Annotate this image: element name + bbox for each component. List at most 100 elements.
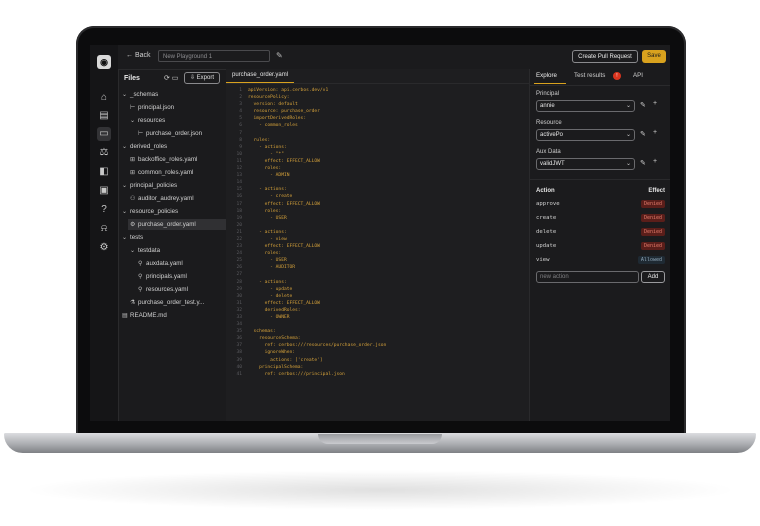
edit-icon[interactable]: ✎ xyxy=(276,51,283,60)
line-number: 8 xyxy=(239,137,242,143)
tree-item-label: common_roles.yaml xyxy=(138,169,194,176)
line-number: 17 xyxy=(236,201,242,207)
tree-item-label: auxdata.yaml xyxy=(146,260,183,267)
edit-icon[interactable]: ✎ xyxy=(640,159,646,167)
code-line: 26 - AUDITOR xyxy=(226,264,529,271)
code-editor[interactable]: purchase_order.yaml 1 apiVersion: api.cer… xyxy=(226,69,529,421)
tree-item-derived-roles[interactable]: ⌄ derived_roles xyxy=(122,141,167,152)
refresh-folder-icons[interactable]: ⟳ ▭ xyxy=(164,74,178,82)
code-text: - AUDITOR xyxy=(248,265,296,271)
code-line: 33 - OWNER xyxy=(226,314,529,321)
explore-panel: Explore Test results ! API Principal ann… xyxy=(529,69,670,421)
chevron-down-icon: ⌄ xyxy=(122,235,128,241)
code-line: 5 importDerivedRoles: xyxy=(226,115,529,122)
action-row: approve Denied xyxy=(536,199,665,210)
code-line: 23 effect: EFFECT_ALLOW xyxy=(226,243,529,250)
test-results-badge: ! xyxy=(613,72,621,80)
help-icon[interactable]: ? xyxy=(97,203,111,217)
create-pull-request-button[interactable]: Create Pull Request xyxy=(572,50,638,63)
tab-test-results[interactable]: Test results xyxy=(574,72,605,79)
tree-item-readme[interactable]: ▤ README.md xyxy=(122,310,167,321)
effect-badge: Allowed xyxy=(637,256,665,264)
gear-icon[interactable]: ⚙ xyxy=(97,241,111,255)
code-text: version: default xyxy=(248,102,298,108)
json-file-icon: ⊢ xyxy=(130,105,136,111)
active-tab-underline xyxy=(534,83,566,84)
code-line: 32 derivedRoles: xyxy=(226,307,529,314)
playground-icon[interactable]: ▭ xyxy=(97,127,111,141)
line-number: 3 xyxy=(239,102,242,108)
tree-item-backoffice-roles[interactable]: ⊞ backoffice_roles.yaml xyxy=(130,154,197,165)
code-text: ref: cerbos:///principal.json xyxy=(248,371,345,377)
back-button[interactable]: ← Back xyxy=(126,52,151,59)
code-line: 14 xyxy=(226,179,529,186)
policy-icon[interactable]: ⚖ xyxy=(97,146,111,160)
code-line: 6 - common_roles xyxy=(226,122,529,129)
chevron-down-icon: ⌄ xyxy=(122,92,128,98)
document-icon[interactable]: ▤ xyxy=(97,109,111,123)
chevron-down-icon: ⌄ xyxy=(130,248,136,254)
code-text: actions: ['create'] xyxy=(248,357,323,363)
code-text: effect: EFFECT_ALLOW xyxy=(248,158,320,164)
add-icon[interactable]: + xyxy=(653,158,657,165)
deploy-icon[interactable]: ◧ xyxy=(97,165,111,179)
tab-explore[interactable]: Explore xyxy=(536,72,557,79)
tree-item-auditor-audrey[interactable]: ⚇ auditor_audrey.yaml xyxy=(130,193,194,204)
line-number: 12 xyxy=(236,166,242,172)
tree-item-purchase-order-yaml[interactable]: ⚙ purchase_order.yaml xyxy=(128,219,228,230)
action-name: update xyxy=(536,243,557,249)
tree-item-principal-policies[interactable]: ⌄ principal_policies xyxy=(122,180,177,191)
chevron-down-icon: ⌄ xyxy=(625,103,631,109)
edit-icon[interactable]: ✎ xyxy=(640,130,646,138)
tree-item-purchase-order-json[interactable]: ⊢ purchase_order.json xyxy=(138,128,202,139)
code-text: - USER xyxy=(248,258,287,264)
playground-name-field[interactable]: New Playground 1 xyxy=(158,50,270,62)
tree-item-resource-policies[interactable]: ⌄ resource_policies xyxy=(122,206,178,217)
line-number: 20 xyxy=(236,222,242,228)
tab-api[interactable]: API xyxy=(633,72,643,79)
section-divider xyxy=(530,179,670,180)
tree-item-label: README.md xyxy=(130,312,167,319)
add-icon[interactable]: + xyxy=(653,100,657,107)
new-action-input[interactable]: new action xyxy=(536,271,639,283)
action-header: Action xyxy=(536,188,555,194)
add-icon[interactable]: + xyxy=(653,129,657,136)
tree-item-schemas[interactable]: ⌄ _schemas xyxy=(122,89,158,100)
principal-select[interactable]: annie ⌄ xyxy=(536,100,635,112)
aux-data-select[interactable]: validJWT ⌄ xyxy=(536,158,635,170)
effect-badge: Denied xyxy=(640,242,665,250)
chevron-down-icon: ⌄ xyxy=(122,209,128,215)
code-line: 25 - USER xyxy=(226,257,529,264)
line-number: 2 xyxy=(239,95,242,101)
editor-tab[interactable]: purchase_order.yaml xyxy=(226,69,295,83)
chevron-down-icon: ⌄ xyxy=(122,144,128,150)
principal-value: annie xyxy=(540,103,555,109)
test-file-icon: ⚗ xyxy=(130,300,136,306)
save-button[interactable]: Save xyxy=(642,50,666,63)
export-button[interactable]: ⇩ Export xyxy=(184,72,220,84)
tree-item-resources[interactable]: ⌄ resources xyxy=(130,115,165,126)
code-line: 18 roles: xyxy=(226,208,529,215)
bell-icon[interactable]: ⍾ xyxy=(97,222,111,236)
code-text: resourceSchema: xyxy=(248,336,301,342)
add-action-button[interactable]: Add xyxy=(641,271,665,283)
resource-select[interactable]: activePo ⌄ xyxy=(536,129,635,141)
principal-label: Principal xyxy=(536,91,560,97)
tree-item-tests[interactable]: ⌄ tests xyxy=(122,232,143,243)
code-text: effect: EFFECT_ALLOW xyxy=(248,201,320,207)
edit-icon[interactable]: ✎ xyxy=(640,101,646,109)
tree-item-resources-yaml[interactable]: ⚲ resources.yaml xyxy=(138,284,188,295)
storage-icon[interactable]: ▣ xyxy=(97,184,111,198)
tree-item-testdata[interactable]: ⌄ testdata xyxy=(130,245,160,256)
tree-item-auxdata[interactable]: ⚲ auxdata.yaml xyxy=(138,258,183,269)
tree-item-purchase-order-test[interactable]: ⚗ purchase_order_test.y... xyxy=(130,297,204,308)
code-line: 8 rules: xyxy=(226,137,529,144)
tree-item-principal-json[interactable]: ⊢ principal.json xyxy=(130,102,174,113)
tree-item-principals[interactable]: ⚲ principals.yaml xyxy=(138,271,187,282)
action-row: delete Denied xyxy=(536,227,665,238)
line-number: 5 xyxy=(239,116,242,122)
code-text: - common_roles xyxy=(248,123,298,129)
tree-item-common-roles[interactable]: ⊞ common_roles.yaml xyxy=(130,167,193,178)
home-icon[interactable]: ⌂ xyxy=(97,91,111,105)
tree-item-label: purchase_order.json xyxy=(146,130,203,137)
